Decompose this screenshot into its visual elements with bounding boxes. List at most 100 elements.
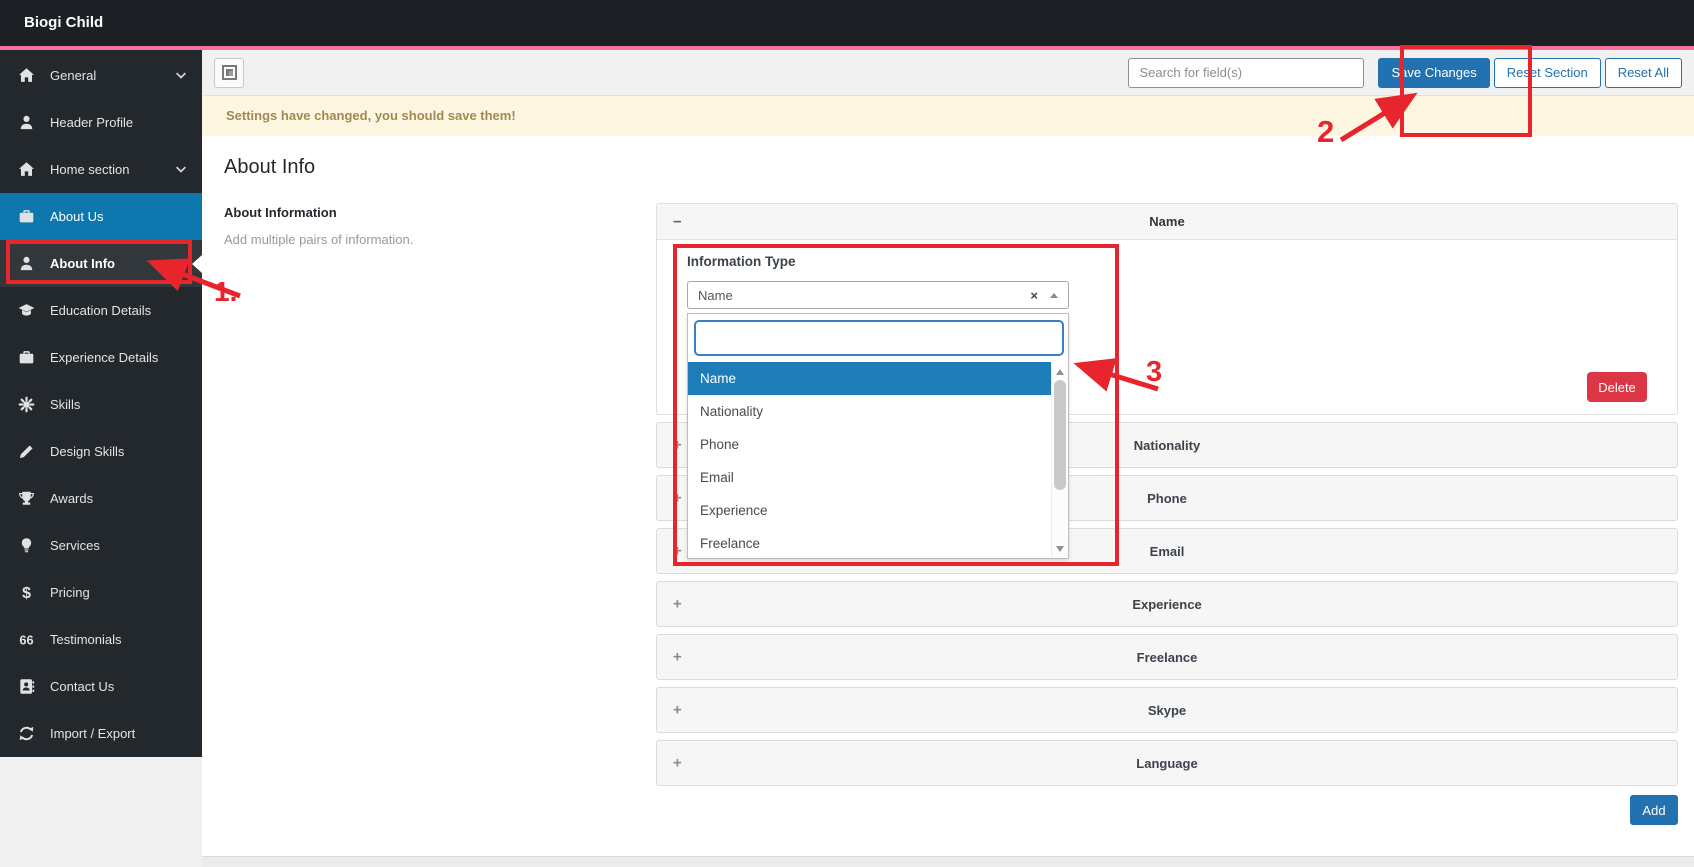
footer-strip bbox=[202, 856, 1694, 867]
field-description-column: About Information Add multiple pairs of … bbox=[224, 203, 656, 825]
sidebar-item-label: Import / Export bbox=[50, 726, 135, 741]
site-title: Biogi Child bbox=[24, 14, 103, 31]
dropdown-option-freelance[interactable]: Freelance bbox=[688, 527, 1051, 558]
screen: Biogi Child General Header Profile Home se… bbox=[0, 0, 1694, 867]
sidebar-item-label: Testimonials bbox=[50, 632, 122, 647]
address-book-icon bbox=[18, 678, 36, 695]
scrollbar-up-arrow-icon[interactable] bbox=[1052, 365, 1068, 379]
accordion-row-skype[interactable]: +Skype bbox=[656, 687, 1678, 733]
dropdown-results: NameNationalityPhoneEmailExperienceFreel… bbox=[688, 362, 1068, 558]
content: Save Changes Reset Section Reset All Set… bbox=[202, 50, 1694, 867]
toolbar: Save Changes Reset Section Reset All bbox=[202, 50, 1694, 96]
sidebar-item-label: General bbox=[50, 68, 96, 83]
sidebar-item-services[interactable]: Services bbox=[0, 522, 202, 569]
active-section-pointer bbox=[192, 255, 202, 273]
sidebar-item-about-us[interactable]: About Us bbox=[0, 193, 202, 240]
reset-all-button[interactable]: Reset All bbox=[1605, 58, 1682, 88]
sidebar-item-education-details[interactable]: Education Details bbox=[0, 287, 202, 334]
pencil-icon bbox=[18, 443, 36, 460]
chevron-down-icon bbox=[174, 163, 188, 177]
sidebar-item-label: Experience Details bbox=[50, 350, 158, 365]
select2-widget: Name × NameNationalityPhoneEmailExperien… bbox=[687, 281, 1069, 309]
accordion-panel-name: − Name Information Type Name × bbox=[656, 203, 1678, 415]
accordion-body: Information Type Name × bbox=[657, 240, 1677, 309]
dropdown-option-phone[interactable]: Phone bbox=[688, 428, 1051, 461]
sidebar-item-label: Education Details bbox=[50, 303, 151, 318]
dropdown-option-nationality[interactable]: Nationality bbox=[688, 395, 1051, 428]
field-heading: About Information bbox=[224, 205, 656, 220]
delete-button[interactable]: Delete bbox=[1587, 372, 1647, 402]
sidebar-item-contact-us[interactable]: Contact Us bbox=[0, 663, 202, 710]
accordion-row-language[interactable]: +Language bbox=[656, 740, 1678, 786]
svg-text:66: 66 bbox=[19, 632, 33, 647]
information-type-select[interactable]: Name × bbox=[687, 281, 1069, 309]
dropdown-scrollbar[interactable] bbox=[1051, 363, 1067, 557]
add-row: Add bbox=[656, 795, 1678, 825]
sidebar-item-label: Pricing bbox=[50, 585, 90, 600]
gear-icon bbox=[18, 396, 36, 413]
caret-up-icon bbox=[1050, 293, 1058, 298]
select2-dropdown: NameNationalityPhoneEmailExperienceFreel… bbox=[687, 313, 1069, 559]
dropdown-option-list: NameNationalityPhoneEmailExperienceFreel… bbox=[688, 362, 1051, 558]
expand-options-button[interactable] bbox=[214, 58, 244, 88]
search-input[interactable] bbox=[1128, 58, 1364, 88]
sidebar-item-design-skills[interactable]: Design Skills bbox=[0, 428, 202, 475]
sidebar-item-testimonials[interactable]: 66 Testimonials bbox=[0, 616, 202, 663]
sidebar-item-label: About Us bbox=[50, 209, 103, 224]
dropdown-option-email[interactable]: Email bbox=[688, 461, 1051, 494]
dropdown-option-name[interactable]: Name bbox=[688, 362, 1051, 395]
dollar-icon: $ bbox=[18, 584, 36, 601]
scrollbar-thumb[interactable] bbox=[1054, 380, 1066, 490]
accordion-title: Name bbox=[657, 204, 1677, 239]
svg-text:$: $ bbox=[22, 585, 31, 601]
accordion-row-title: Language bbox=[657, 741, 1677, 785]
accordion-header-name[interactable]: − Name bbox=[657, 204, 1677, 240]
reset-section-button[interactable]: Reset Section bbox=[1494, 58, 1601, 88]
accordion-row-title: Experience bbox=[657, 582, 1677, 626]
save-changes-button[interactable]: Save Changes bbox=[1378, 58, 1489, 88]
accordion-row-freelance[interactable]: +Freelance bbox=[656, 634, 1678, 680]
sidebar-item-skills[interactable]: Skills bbox=[0, 381, 202, 428]
sidebar-item-label: Design Skills bbox=[50, 444, 124, 459]
quote-icon: 66 bbox=[18, 631, 36, 648]
briefcase-icon bbox=[18, 349, 36, 366]
sync-icon bbox=[18, 725, 36, 742]
scrollbar-down-arrow-icon[interactable] bbox=[1052, 541, 1068, 555]
clear-selection-icon[interactable]: × bbox=[1030, 288, 1038, 303]
field-row: About Information Add multiple pairs of … bbox=[224, 203, 1678, 825]
trophy-icon bbox=[18, 490, 36, 507]
sidebar-item-awards[interactable]: Awards bbox=[0, 475, 202, 522]
sidebar-item-label: Header Profile bbox=[50, 115, 133, 130]
unsaved-changes-notice: Settings have changed, you should save t… bbox=[202, 96, 1694, 136]
graduation-cap-icon bbox=[18, 302, 36, 319]
accordion-row-experience[interactable]: +Experience bbox=[656, 581, 1678, 627]
sidebar-item-pricing[interactable]: $ Pricing bbox=[0, 569, 202, 616]
accordion-row-title: Skype bbox=[657, 688, 1677, 732]
accordion-row-title: Freelance bbox=[657, 635, 1677, 679]
sidebar-item-label: Services bbox=[50, 538, 100, 553]
add-button[interactable]: Add bbox=[1630, 795, 1678, 825]
dropdown-search-input[interactable] bbox=[694, 320, 1064, 356]
user-icon bbox=[18, 255, 36, 272]
sidebar-item-import-export[interactable]: Import / Export bbox=[0, 710, 202, 757]
sidebar-item-header-profile[interactable]: Header Profile bbox=[0, 99, 202, 146]
sidebar-item-experience-details[interactable]: Experience Details bbox=[0, 334, 202, 381]
sidebar-item-label: Contact Us bbox=[50, 679, 114, 694]
sidebar-item-about-info[interactable]: About Info bbox=[0, 240, 202, 287]
sidebar: General Header Profile Home section About U… bbox=[0, 50, 202, 757]
options-page: About Info About Information Add multipl… bbox=[202, 136, 1694, 856]
sidebar-item-label: Home section bbox=[50, 162, 129, 177]
admin-bar: Biogi Child bbox=[0, 0, 1694, 46]
sidebar-item-label: Awards bbox=[50, 491, 93, 506]
field-subdescription: Add multiple pairs of information. bbox=[224, 232, 656, 247]
lightbulb-icon bbox=[18, 537, 36, 554]
chevron-down-icon bbox=[174, 69, 188, 83]
layout-expand-icon bbox=[222, 65, 237, 80]
information-type-label: Information Type bbox=[687, 254, 1661, 269]
sidebar-item-home-section[interactable]: Home section bbox=[0, 146, 202, 193]
selected-value: Name bbox=[698, 288, 733, 303]
sidebar-item-general[interactable]: General bbox=[0, 52, 202, 99]
sidebar-item-label: Skills bbox=[50, 397, 80, 412]
dropdown-option-experience[interactable]: Experience bbox=[688, 494, 1051, 527]
page-title: About Info bbox=[224, 156, 1678, 179]
